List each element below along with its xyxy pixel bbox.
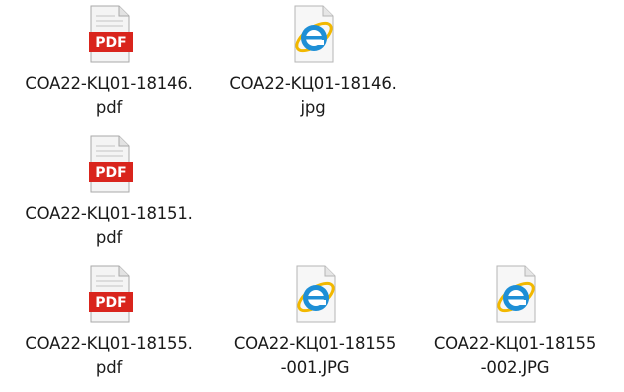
pdf-file-icon: PDF — [79, 4, 139, 64]
file-item-coa22-18146-jpg[interactable]: COA22-KЦ01-18146. jpg — [208, 4, 418, 120]
file-name-label: COA22-KЦ01-18146. pdf — [4, 72, 214, 120]
file-name-line1: COA22-KЦ01-18155 — [233, 334, 397, 353]
file-name-line2: jpg — [300, 98, 326, 117]
file-item-coa22-18146-pdf[interactable]: PDF COA22-KЦ01-18146. pdf — [4, 4, 214, 120]
file-name-label: COA22-KЦ01-18155 -002.JPG — [410, 332, 620, 380]
file-name-label: COA22-KЦ01-18155 -001.JPG — [210, 332, 420, 380]
pdf-badge-text: PDF — [95, 295, 126, 311]
file-name-label: COA22-KЦ01-18151. pdf — [4, 202, 214, 250]
pdf-badge-text: PDF — [95, 165, 126, 181]
file-name-line2: pdf — [95, 228, 123, 247]
file-name-line1: COA22-KЦ01-18155. — [25, 334, 193, 353]
file-name-line2: -001.JPG — [280, 358, 350, 377]
file-name-label: COA22-KЦ01-18146. jpg — [208, 72, 418, 120]
file-item-coa22-18155-002-jpg[interactable]: COA22-KЦ01-18155 -002.JPG — [410, 264, 620, 380]
internet-explorer-file-icon — [285, 264, 345, 324]
file-name-line1: COA22-KЦ01-18151. — [25, 204, 193, 223]
file-name-line2: pdf — [95, 98, 123, 117]
file-item-coa22-18155-001-jpg[interactable]: COA22-KЦ01-18155 -001.JPG — [210, 264, 420, 380]
pdf-badge-text: PDF — [95, 35, 126, 51]
file-name-line1: COA22-KЦ01-18155 — [433, 334, 597, 353]
file-name-line2: -002.JPG — [480, 358, 550, 377]
file-item-coa22-18155-pdf[interactable]: PDF COA22-KЦ01-18155. pdf — [4, 264, 214, 380]
internet-explorer-file-icon — [485, 264, 545, 324]
file-name-line1: COA22-KЦ01-18146. — [25, 74, 193, 93]
file-name-line1: COA22-KЦ01-18146. — [229, 74, 397, 93]
pdf-file-icon: PDF — [79, 134, 139, 194]
file-name-label: COA22-KЦ01-18155. pdf — [4, 332, 214, 380]
file-name-line2: pdf — [95, 358, 123, 377]
internet-explorer-file-icon — [283, 4, 343, 64]
file-item-coa22-18151-pdf[interactable]: PDF COA22-KЦ01-18151. pdf — [4, 134, 214, 250]
pdf-file-icon: PDF — [79, 264, 139, 324]
